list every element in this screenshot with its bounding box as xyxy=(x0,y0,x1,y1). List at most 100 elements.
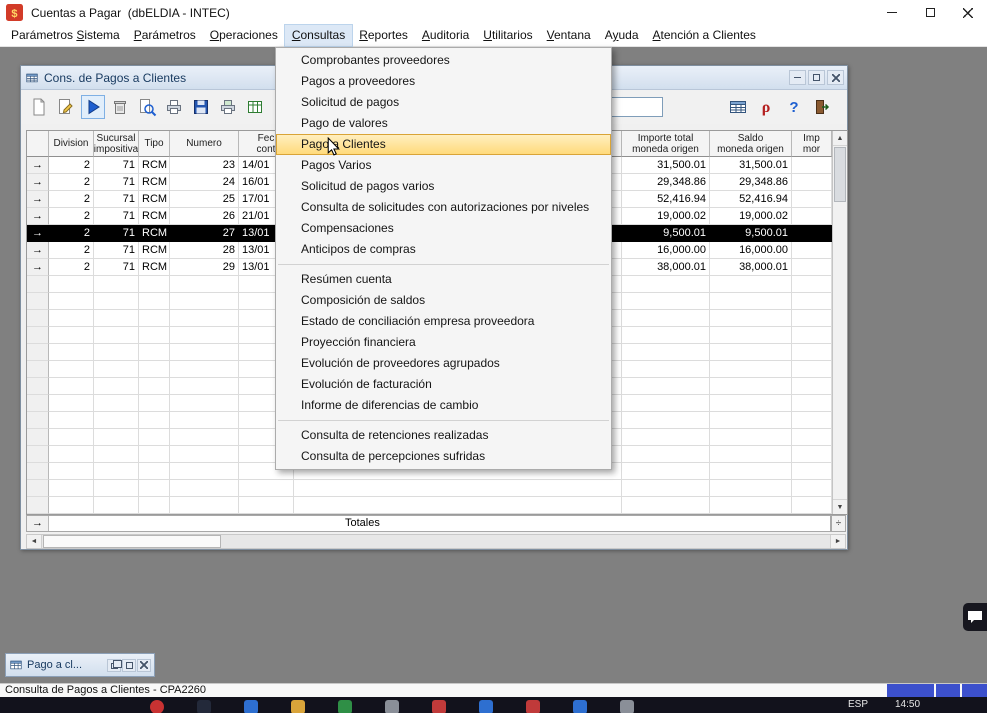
grid-cell: 2 xyxy=(49,208,94,225)
dropdown-menu-item[interactable]: Evolución de facturación xyxy=(276,374,611,395)
close-button[interactable] xyxy=(949,0,987,25)
print-icon[interactable] xyxy=(162,95,186,119)
dropdown-menu-item[interactable]: Proyección financiera xyxy=(276,332,611,353)
restore-button[interactable] xyxy=(107,659,121,672)
help-icon[interactable]: ? xyxy=(782,95,806,119)
column-header-sucursal[interactable]: Sucursal impositiva xyxy=(94,131,139,157)
dropdown-menu-item[interactable]: Solicitud de pagos xyxy=(276,92,611,113)
menubar-item[interactable]: Reportes xyxy=(352,25,415,46)
close-button[interactable] xyxy=(137,659,151,672)
grid-cell xyxy=(622,480,710,497)
child-minimize-button[interactable] xyxy=(789,70,806,85)
taskbar-icon[interactable] xyxy=(291,700,305,713)
toolbar-right-icons: ρ? xyxy=(726,95,834,119)
taskbar-icon[interactable] xyxy=(150,700,164,713)
child-maximize-button[interactable] xyxy=(808,70,825,85)
dropdown-menu-item[interactable]: Solicitud de pagos varios xyxy=(276,176,611,197)
table-icon[interactable] xyxy=(726,95,750,119)
dropdown-menu-item[interactable]: Informe de diferencias de cambio xyxy=(276,395,611,416)
column-header-importe[interactable]: Importe total moneda origen xyxy=(622,131,710,157)
minimized-window[interactable]: Pago a cl... xyxy=(5,653,155,677)
dropdown-menu-item[interactable]: Resúmen cuenta xyxy=(276,269,611,290)
menubar-item[interactable]: Atención a Clientes xyxy=(646,25,763,46)
dropdown-menu-item[interactable]: Pago de valores xyxy=(276,113,611,134)
app-window: $ Cuentas a Pagar (dbELDIA - INTEC) Pará… xyxy=(0,0,987,713)
taskbar-icon[interactable] xyxy=(385,700,399,713)
maximize-button[interactable] xyxy=(911,0,949,25)
print-alt-icon[interactable] xyxy=(216,95,240,119)
dropdown-menu-item[interactable]: Consulta de solicitudes con autorizacion… xyxy=(276,197,611,218)
menubar-item[interactable]: Auditoria xyxy=(415,25,476,46)
dropdown-menu-item[interactable]: Pagos Varios xyxy=(276,155,611,176)
scroll-down-button[interactable]: ▼ xyxy=(833,499,847,514)
column-header-division[interactable]: Division xyxy=(49,131,94,157)
grid-empty-row[interactable] xyxy=(27,497,832,514)
dropdown-menu-item[interactable]: Consulta de percepciones sufridas xyxy=(276,446,611,467)
column-header-impmon[interactable]: Imp mor xyxy=(792,131,832,157)
maximize-button[interactable] xyxy=(122,659,136,672)
grid-cell xyxy=(49,497,94,514)
export-icon[interactable] xyxy=(243,95,267,119)
menubar-item[interactable]: Utilitarios xyxy=(476,25,539,46)
dropdown-menu-item[interactable]: Pagos a proveedores xyxy=(276,71,611,92)
scroll-thumb[interactable] xyxy=(834,147,846,202)
grid-cell: 71 xyxy=(94,225,139,242)
grid-empty-row[interactable] xyxy=(27,480,832,497)
edit-icon[interactable] xyxy=(54,95,78,119)
vertical-scrollbar[interactable]: ▲ ▼ xyxy=(832,131,847,514)
save-icon[interactable] xyxy=(189,95,213,119)
language-indicator: ESP xyxy=(848,699,868,710)
grid-cell xyxy=(49,327,94,344)
taskbar-icon[interactable] xyxy=(338,700,352,713)
taskbar-icon[interactable] xyxy=(244,700,258,713)
menubar-item[interactable]: Parámetros Sistema xyxy=(4,25,127,46)
minimize-button[interactable] xyxy=(873,0,911,25)
menubar-item[interactable]: Operaciones xyxy=(203,25,285,46)
taskbar-icon[interactable] xyxy=(432,700,446,713)
rho-icon[interactable]: ρ xyxy=(754,95,778,119)
menubar-item[interactable]: Parámetros xyxy=(127,25,203,46)
menubar-item[interactable]: Ventana xyxy=(540,25,598,46)
taskbar-icon[interactable] xyxy=(526,700,540,713)
dropdown-menu-item[interactable]: Comprobantes proveedores xyxy=(276,50,611,71)
scroll-up-button[interactable]: ▲ xyxy=(833,131,847,146)
preview-icon[interactable] xyxy=(135,95,159,119)
dropdown-menu-item[interactable]: Compensaciones xyxy=(276,218,611,239)
dropdown-menu-item[interactable]: Composición de saldos xyxy=(276,290,611,311)
child-close-button[interactable] xyxy=(827,70,844,85)
grid-cell xyxy=(139,480,170,497)
dropdown-menu-item[interactable]: Estado de conciliación empresa proveedor… xyxy=(276,311,611,332)
horizontal-scrollbar[interactable]: ◄ ► xyxy=(26,534,846,549)
taskbar-icon[interactable] xyxy=(620,700,634,713)
taskbar-icon[interactable] xyxy=(573,700,587,713)
dropdown-menu-item[interactable]: Anticipos de compras xyxy=(276,239,611,260)
taskbar-icon[interactable] xyxy=(197,700,211,713)
delete-icon[interactable] xyxy=(108,95,132,119)
run-icon[interactable] xyxy=(81,95,105,119)
scroll-right-button[interactable]: ► xyxy=(830,535,845,548)
totales-spinner[interactable]: ÷ xyxy=(831,515,846,532)
grid-cell xyxy=(49,276,94,293)
column-header-tipo[interactable]: Tipo xyxy=(139,131,170,157)
menubar-item[interactable]: Consultas xyxy=(285,25,352,46)
grid-cell xyxy=(710,429,792,446)
column-header-saldo[interactable]: Saldo moneda origen xyxy=(710,131,792,157)
chat-bubble-icon[interactable] xyxy=(963,603,987,631)
grid-cell: → xyxy=(27,208,49,225)
table-icon xyxy=(9,658,23,672)
column-header-numero[interactable]: Numero xyxy=(170,131,239,157)
grid-cell xyxy=(27,395,49,412)
exit-icon[interactable] xyxy=(810,95,834,119)
scroll-thumb[interactable] xyxy=(43,535,221,548)
dropdown-menu-item[interactable]: Consulta de retenciones realizadas xyxy=(276,425,611,446)
menubar-item[interactable]: Ayuda xyxy=(598,25,646,46)
grid-cell xyxy=(49,463,94,480)
column-header-indicator[interactable] xyxy=(27,131,49,157)
grid-cell xyxy=(139,276,170,293)
grid-cell xyxy=(792,191,832,208)
new-icon[interactable] xyxy=(27,95,51,119)
taskbar-icon[interactable] xyxy=(479,700,493,713)
dropdown-menu-item[interactable]: Evolución de proveedores agrupados xyxy=(276,353,611,374)
grid-cell xyxy=(710,463,792,480)
scroll-left-button[interactable]: ◄ xyxy=(27,535,42,548)
